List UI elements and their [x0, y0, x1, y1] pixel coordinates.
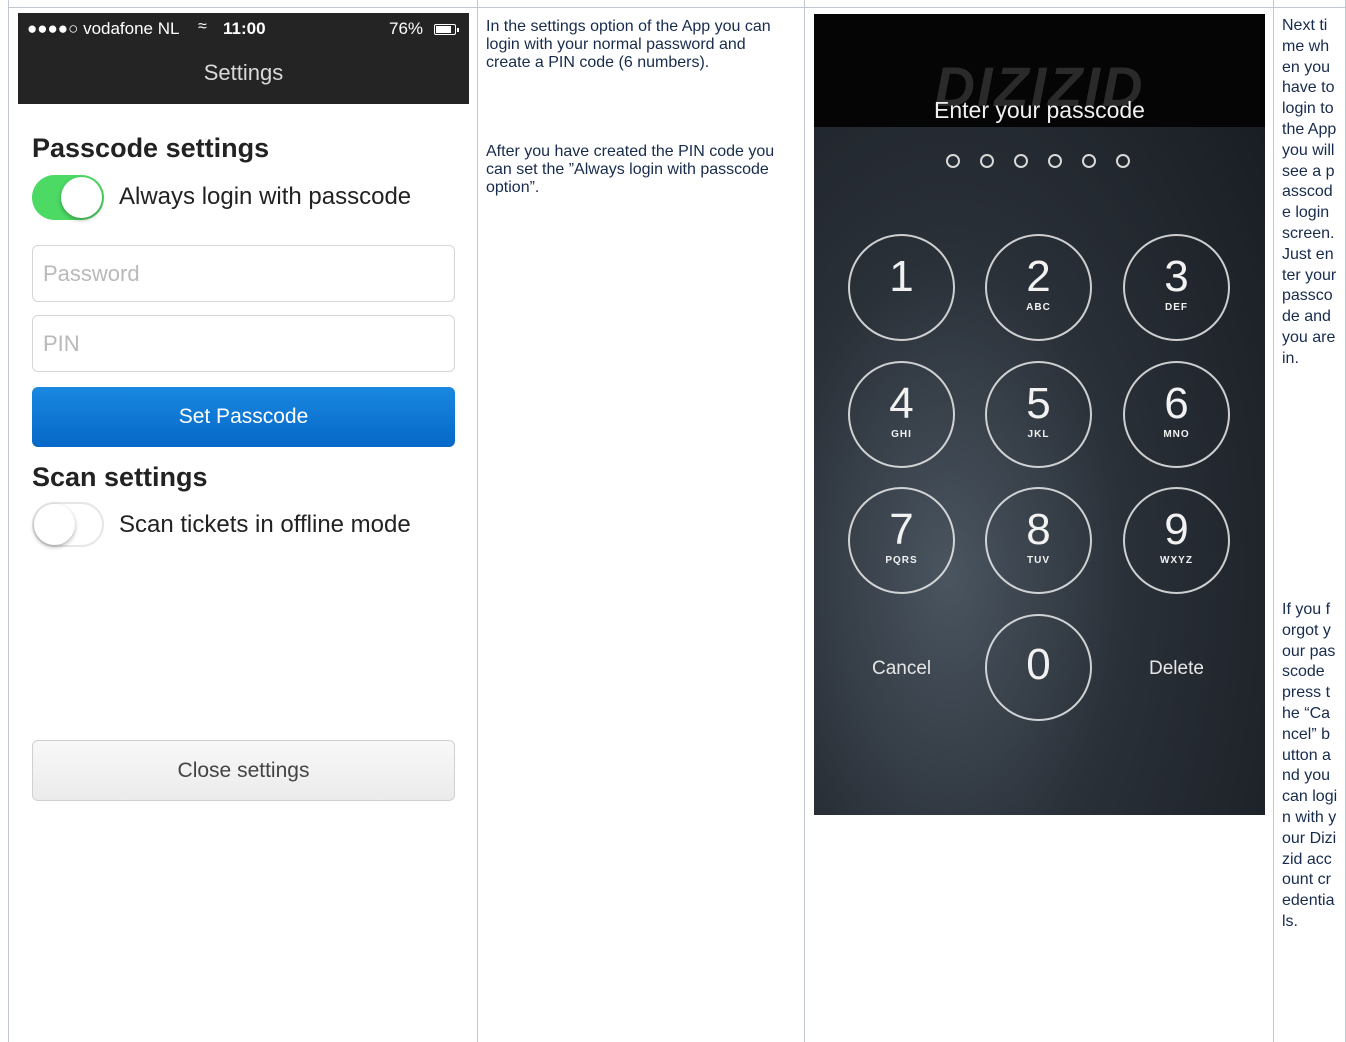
passcode-dot [1116, 154, 1130, 168]
table-column-divider [8, 0, 9, 1042]
always-login-toggle[interactable] [32, 175, 104, 220]
key-letters: DEF [1165, 302, 1188, 313]
offline-mode-label: Scan tickets in offline mode [119, 511, 411, 538]
key-digit: 5 [1026, 379, 1051, 428]
status-time: 11:00 [223, 19, 266, 38]
passcode-dot [1048, 154, 1062, 168]
battery-percent: 76% [389, 19, 424, 38]
always-login-label: Always login with passcode [119, 183, 412, 210]
key-digit: 8 [1026, 505, 1051, 554]
key-digit: 9 [1164, 505, 1189, 554]
password-field[interactable] [32, 245, 455, 302]
passcode-settings-heading: Passcode settings [32, 133, 270, 163]
keypad-key-3[interactable]: 3 DEF [1123, 234, 1230, 341]
battery-icon [434, 24, 459, 35]
description-paragraph: After you have created the PIN code you … [486, 143, 775, 196]
scan-settings-heading: Scan settings [32, 462, 208, 492]
settings-screenshot: ●●●●○ vodafone NL ≈ 11:00 76% Settings P… [18, 13, 469, 1042]
table-column-divider [1273, 0, 1274, 1042]
keypad-key-9[interactable]: 9 WXYZ [1123, 487, 1230, 594]
passcode-dot [1082, 154, 1096, 168]
keypad-key-5[interactable]: 5 JKL [985, 361, 1092, 468]
key-digit: 6 [1164, 379, 1189, 428]
key-letters: PQRS [885, 555, 918, 566]
settings-header: ●●●●○ vodafone NL ≈ 11:00 76% Settings [18, 13, 469, 104]
keypad-key-7[interactable]: 7 PQRS [848, 487, 955, 594]
cancel-button[interactable]: Cancel [872, 658, 931, 680]
key-letters: GHI [891, 429, 912, 440]
keypad-key-4[interactable]: 4 GHI [848, 361, 955, 468]
instruction-paragraph: If you forgot your passcode press the “C… [1282, 601, 1338, 930]
key-letters: ABC [1026, 302, 1051, 313]
set-passcode-button[interactable]: Set Passcode [32, 387, 455, 447]
passcode-screenshot: DIZIZID Enter your passcode 1 2 ABC 3 DE… [814, 14, 1265, 815]
toggle-knob [34, 504, 75, 545]
description-paragraph: In the settings option of the App you ca… [486, 18, 771, 71]
delete-button[interactable]: Delete [1149, 658, 1204, 680]
key-letters: JKL [1027, 429, 1050, 440]
passcode-dot [946, 154, 960, 168]
keypad-key-0[interactable]: 0 [985, 614, 1092, 721]
key-digit: 3 [1164, 252, 1189, 301]
key-digit: 0 [1026, 640, 1051, 689]
key-letters: MNO [1163, 429, 1190, 440]
passcode-heading: Enter your passcode [934, 97, 1145, 123]
key-digit: 7 [889, 505, 914, 554]
table-column-divider [477, 0, 478, 1042]
instruction-paragraph: Next time when you have to login to the … [1282, 17, 1337, 367]
keypad-key-8[interactable]: 8 TUV [985, 487, 1092, 594]
key-letters: TUV [1027, 555, 1050, 566]
key-digit: 2 [1026, 252, 1051, 301]
passcode-dots [946, 154, 1136, 170]
table-column-divider [804, 0, 805, 1042]
close-settings-button[interactable]: Close settings [32, 740, 455, 801]
keypad-key-6[interactable]: 6 MNO [1123, 361, 1230, 468]
wifi-icon: ≈ [198, 18, 207, 35]
carrier-label: ●●●●○ vodafone NL [27, 19, 180, 38]
status-bar: ●●●●○ vodafone NL ≈ 11:00 76% [27, 18, 463, 40]
key-digit: 4 [889, 379, 914, 428]
toggle-knob [61, 177, 102, 218]
keypad-key-2[interactable]: 2 ABC [985, 234, 1092, 341]
page-title: Settings [203, 60, 284, 85]
key-letters: WXYZ [1160, 555, 1193, 566]
offline-mode-toggle[interactable] [32, 502, 104, 547]
key-digit: 1 [889, 252, 914, 301]
passcode-dot [1014, 154, 1028, 168]
table-top-border [8, 7, 1346, 8]
passcode-dot [980, 154, 994, 168]
keypad-key-1[interactable]: 1 [848, 234, 955, 341]
pin-field[interactable] [32, 315, 455, 372]
